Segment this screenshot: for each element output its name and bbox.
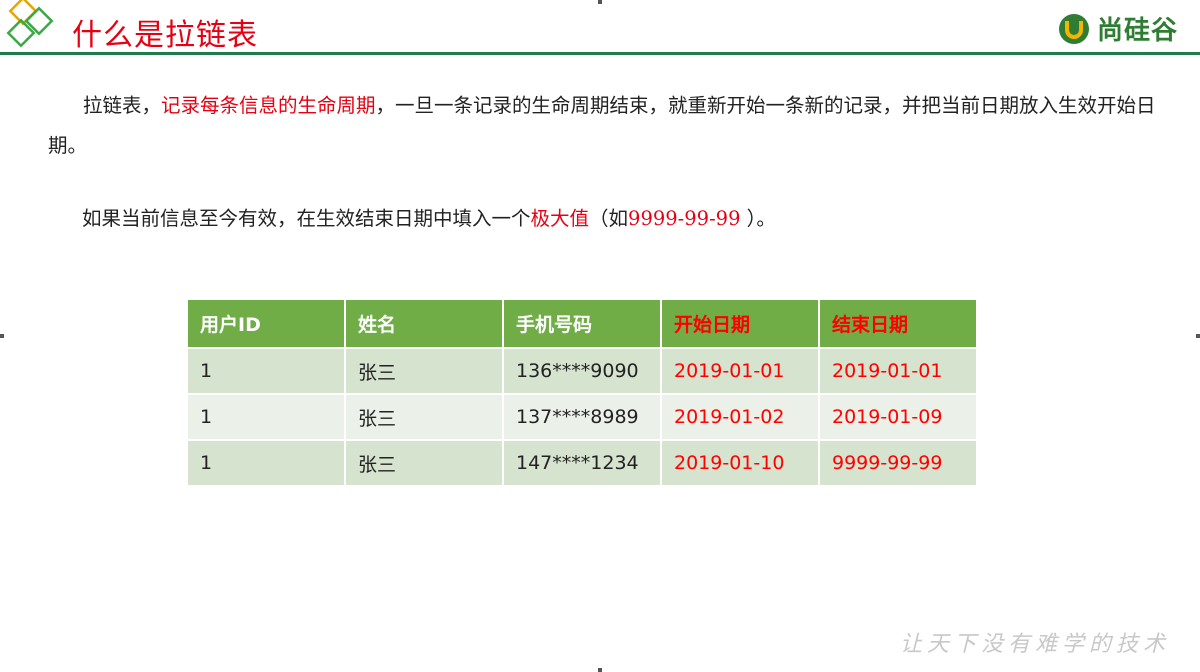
table-row: 1 张三 136****9090 2019-01-01 2019-01-01 <box>186 347 978 395</box>
footer-slogan: 让天下没有难学的技术 <box>899 632 1170 657</box>
brand-u-icon <box>1058 13 1089 44</box>
cell-user-id: 1 <box>186 347 346 395</box>
corner-diamonds-icon <box>6 0 54 48</box>
cell-name: 张三 <box>344 347 504 395</box>
header-start-date: 开始日期 <box>660 298 820 349</box>
header-divider <box>0 52 1200 55</box>
brand-logo: 尚硅谷 <box>1057 10 1178 47</box>
cell-end-date: 2019-01-01 <box>818 347 978 395</box>
header-user-id: 用户ID <box>186 298 346 349</box>
zipper-table: 用户ID 姓名 手机号码 开始日期 结束日期 1 张三 136****9090 … <box>186 298 978 487</box>
p2-lead: 如果当前信息至今有效，在生效结束日期中填入一个 <box>82 207 531 230</box>
slide-edge-marker <box>0 334 4 338</box>
p1-highlight: 记录每条信息的生命周期 <box>161 94 376 117</box>
paragraph-2: 如果当前信息至今有效，在生效结束日期中填入一个极大值（如9999-99-99 ）… <box>82 199 1082 239</box>
p2-paren-open: （如 <box>589 207 629 230</box>
cell-phone: 137****8989 <box>502 393 662 441</box>
table-row: 1 张三 137****8989 2019-01-02 2019-01-09 <box>186 393 978 441</box>
cell-start-date: 2019-01-10 <box>660 439 820 487</box>
cell-start-date: 2019-01-02 <box>660 393 820 441</box>
cell-phone: 147****1234 <box>502 439 662 487</box>
slide-edge-marker <box>598 0 602 4</box>
table-header-row: 用户ID 姓名 手机号码 开始日期 结束日期 <box>186 298 978 349</box>
p2-value: 9999-99-99 <box>628 207 741 230</box>
cell-phone: 136****9090 <box>502 347 662 395</box>
cell-user-id: 1 <box>186 439 346 487</box>
p2-paren-close: ）。 <box>740 207 776 230</box>
cell-end-date: 2019-01-09 <box>818 393 978 441</box>
p1-lead: 拉链表， <box>83 94 162 117</box>
header-phone: 手机号码 <box>502 298 662 349</box>
cell-name: 张三 <box>344 393 504 441</box>
slide-edge-marker <box>598 668 602 672</box>
cell-start-date: 2019-01-01 <box>660 347 820 395</box>
p2-highlight: 极大值 <box>530 207 590 230</box>
cell-user-id: 1 <box>186 393 346 441</box>
slide-edge-marker <box>1196 334 1200 338</box>
cell-name: 张三 <box>344 439 504 487</box>
paragraph-1: 拉链表，记录每条信息的生命周期，一旦一条记录的生命周期结束，就重新开始一条新的记… <box>48 86 1158 166</box>
slide-title: 什么是拉链表 <box>72 18 258 53</box>
header-end-date: 结束日期 <box>818 298 978 349</box>
table-row: 1 张三 147****1234 2019-01-10 9999-99-99 <box>186 439 978 487</box>
cell-end-date: 9999-99-99 <box>818 439 978 487</box>
brand-name: 尚硅谷 <box>1096 16 1178 46</box>
header-name: 姓名 <box>344 298 504 349</box>
